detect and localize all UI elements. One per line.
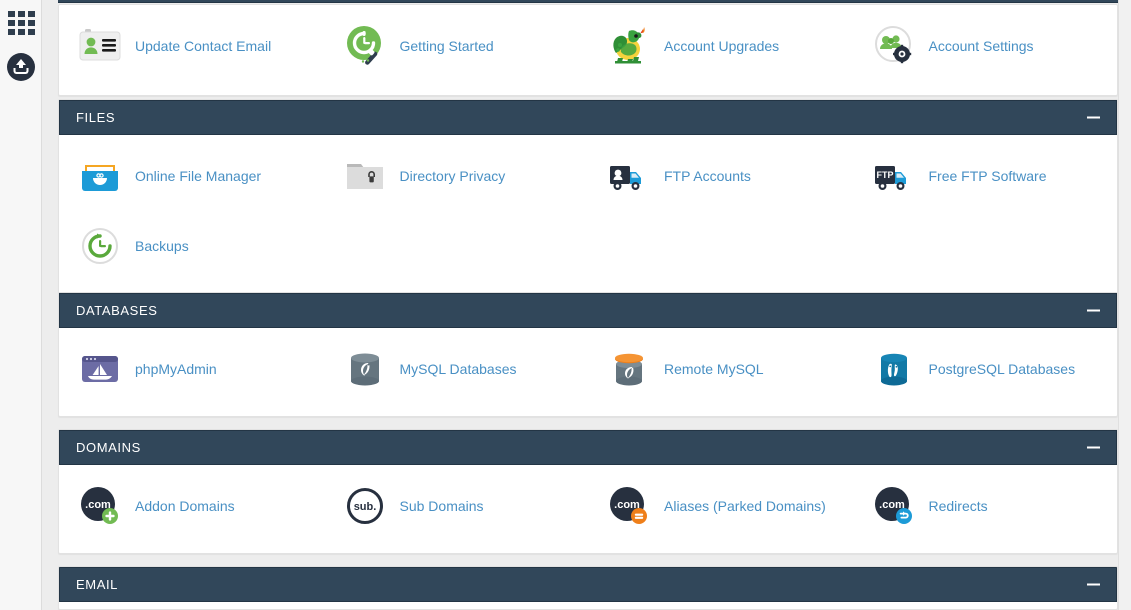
svg-text:sub.: sub. xyxy=(353,501,376,513)
directory-privacy-icon xyxy=(342,153,388,199)
redirects-icon: .com xyxy=(871,483,917,529)
section-files: FILES Online File Manager Directory Priv… xyxy=(58,99,1118,294)
collapse-icon[interactable] xyxy=(1087,578,1100,591)
tile-label: Backups xyxy=(135,237,189,254)
tile-label: Redirects xyxy=(928,497,988,514)
apps-grid-icon xyxy=(7,11,35,35)
tile-free-ftp-software[interactable]: FTP Free FTP Software xyxy=(853,141,1118,211)
section-databases: DATABASES phpMyAdmin MySQL Databases Rem… xyxy=(58,292,1118,417)
tile-label: Aliases (Parked Domains) xyxy=(664,497,826,514)
sub-domains-icon: sub. xyxy=(342,483,388,529)
tile-label: Update Contact Email xyxy=(135,37,272,54)
tile-backups[interactable]: Backups xyxy=(59,211,324,281)
tile-label: phpMyAdmin xyxy=(135,360,217,377)
addon-domains-icon: .com xyxy=(77,483,123,529)
tile-addon-domains[interactable]: .com Addon Domains xyxy=(59,471,324,541)
tile-account-settings[interactable]: Account Settings xyxy=(853,11,1118,81)
section-title: EMAIL xyxy=(76,577,119,592)
previous-section-header-sliver xyxy=(58,0,1118,3)
phpmyadmin-icon xyxy=(77,346,123,392)
content-scroll-area[interactable]: Update Contact Email Getting Started Acc… xyxy=(42,0,1118,610)
tile-aliases-parked-domains[interactable]: .com Aliases (Parked Domains) xyxy=(588,471,853,541)
section-files-tiles: Online File Manager Directory Privacy FT… xyxy=(59,135,1117,293)
section-title: FILES xyxy=(76,110,116,125)
postgresql-databases-icon xyxy=(871,346,917,392)
tile-label: Addon Domains xyxy=(135,497,235,514)
tile-account-upgrades[interactable]: Account Upgrades xyxy=(588,11,853,81)
remote-mysql-icon xyxy=(606,346,652,392)
tile-mysql-databases[interactable]: MySQL Databases xyxy=(324,334,589,404)
section-domains-header[interactable]: DOMAINS xyxy=(59,430,1117,465)
tile-label: FTP Accounts xyxy=(664,167,751,184)
tile-label: Sub Domains xyxy=(399,497,484,514)
getting-started-icon xyxy=(342,23,388,69)
tile-remote-mysql[interactable]: Remote MySQL xyxy=(588,334,853,404)
section-databases-tiles: phpMyAdmin MySQL Databases Remote MySQL … xyxy=(59,328,1117,416)
tile-label: PostgreSQL Databases xyxy=(928,360,1076,377)
tile-label: Free FTP Software xyxy=(928,167,1047,184)
free-ftp-software-icon: FTP xyxy=(871,153,917,199)
section-files-header[interactable]: FILES xyxy=(59,100,1117,135)
tile-label: Getting Started xyxy=(399,37,494,54)
file-manager-icon xyxy=(77,153,123,199)
section-title: DATABASES xyxy=(76,303,158,318)
tile-label: Account Upgrades xyxy=(664,37,780,54)
section-databases-header[interactable]: DATABASES xyxy=(59,293,1117,328)
left-sidebar xyxy=(0,0,42,610)
section-domains: DOMAINS .com Addon Domains sub. Sub Doma… xyxy=(58,429,1118,554)
backups-icon xyxy=(77,223,123,269)
tile-label: MySQL Databases xyxy=(399,360,517,377)
collapse-icon[interactable] xyxy=(1087,304,1100,317)
tile-label: Remote MySQL xyxy=(664,360,764,377)
mysql-databases-icon xyxy=(342,346,388,392)
section-title: DOMAINS xyxy=(76,440,141,455)
section-domains-tiles: .com Addon Domains sub. Sub Domains .com… xyxy=(59,465,1117,553)
tile-ftp-accounts[interactable]: FTP Accounts xyxy=(588,141,853,211)
section-email-header[interactable]: EMAIL xyxy=(59,567,1117,602)
collapse-icon[interactable] xyxy=(1087,441,1100,454)
tile-label: Account Settings xyxy=(928,37,1034,54)
account-settings-icon xyxy=(871,23,917,69)
tile-redirects[interactable]: .com Redirects xyxy=(853,471,1118,541)
tile-phpmyadmin[interactable]: phpMyAdmin xyxy=(59,334,324,404)
collapse-icon[interactable] xyxy=(1087,111,1100,124)
ftp-accounts-icon xyxy=(606,153,652,199)
tile-sub-domains[interactable]: sub. Sub Domains xyxy=(324,471,589,541)
cpanel-page: Update Contact Email Getting Started Acc… xyxy=(0,0,1131,610)
svg-text:FTP: FTP xyxy=(876,170,893,180)
tile-online-file-manager[interactable]: Online File Manager xyxy=(59,141,324,211)
tile-label: Online File Manager xyxy=(135,167,262,184)
preferences-card: Update Contact Email Getting Started Acc… xyxy=(58,4,1118,96)
tile-directory-privacy[interactable]: Directory Privacy xyxy=(324,141,589,211)
contact-card-icon xyxy=(77,23,123,69)
tile-label: Directory Privacy xyxy=(399,167,506,184)
dragon-icon xyxy=(606,23,652,69)
sidebar-item-upload[interactable] xyxy=(0,46,42,88)
tile-postgresql-databases[interactable]: PostgreSQL Databases xyxy=(853,334,1118,404)
aliases-icon: .com xyxy=(606,483,652,529)
tile-update-contact-email[interactable]: Update Contact Email xyxy=(59,11,324,81)
tile-getting-started[interactable]: Getting Started xyxy=(324,11,589,81)
vertical-scrollbar[interactable] xyxy=(1118,0,1131,610)
upload-icon xyxy=(7,53,35,81)
preferences-tiles: Update Contact Email Getting Started Acc… xyxy=(59,5,1117,95)
sidebar-item-apps-grid[interactable] xyxy=(0,2,42,44)
section-email: EMAIL xyxy=(58,566,1118,610)
